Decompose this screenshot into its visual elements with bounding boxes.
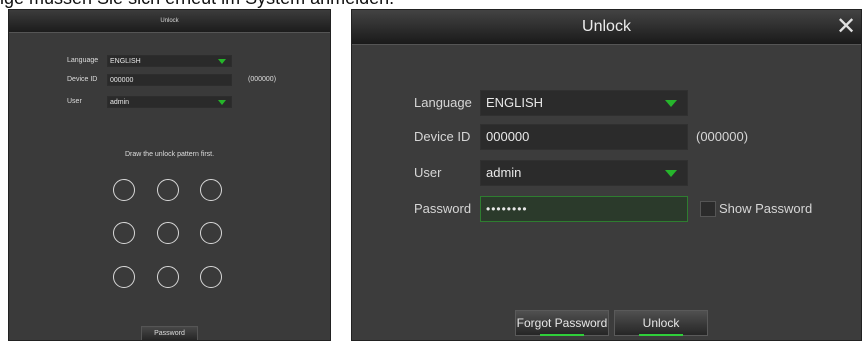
user-label: User (67, 98, 82, 105)
panel-title: Unlock (9, 10, 330, 33)
show-password-label: Show Password (719, 201, 813, 216)
pattern-message: Draw the unlock pattern first. (124, 151, 215, 158)
device-id-hint: (000000) (696, 129, 749, 144)
dropdown-arrow-icon (665, 170, 677, 177)
dropdown-arrow-icon (218, 59, 226, 64)
user-value: admin (110, 99, 130, 106)
unlock-button[interactable]: Unlock (614, 310, 708, 336)
pattern-dot[interactable] (113, 179, 135, 201)
device-id-value: 000000 (486, 129, 530, 144)
pattern-dot[interactable] (200, 266, 222, 288)
device-id-value: 000000 (110, 77, 134, 84)
unlock-label: Unlock (642, 316, 680, 330)
password-button[interactable]: Password (141, 326, 198, 340)
language-value: ENGLISH (486, 95, 544, 110)
dropdown-arrow-icon (218, 100, 226, 105)
show-password-checkbox[interactable] (700, 201, 716, 217)
language-value: ENGLISH (110, 58, 141, 65)
password-field[interactable]: •••••••• (480, 196, 688, 222)
dialog-titlebar: Unlock ✕ (352, 10, 861, 45)
pattern-dot[interactable] (157, 266, 179, 288)
button-glow (540, 334, 584, 336)
password-label: Password (414, 201, 472, 216)
device-id-field[interactable]: 000000 (480, 124, 688, 150)
password-value: •••••••• (486, 202, 528, 216)
device-id-label: Device ID (414, 129, 471, 144)
pattern-dot[interactable] (200, 179, 222, 201)
pattern-dot[interactable] (113, 266, 135, 288)
unlock-pattern-panel: Unlock Language ENGLISH Device ID 000000… (8, 9, 331, 341)
pattern-dot[interactable] (113, 222, 135, 244)
pattern-dot[interactable] (157, 222, 179, 244)
user-select[interactable]: admin (107, 96, 232, 108)
language-select[interactable]: ENGLISH (107, 55, 232, 67)
pattern-dot[interactable] (157, 179, 179, 201)
pattern-dot[interactable] (200, 222, 222, 244)
forgot-password-label: Forgot Password (516, 316, 608, 330)
device-id-hint: (000000) (248, 76, 277, 83)
language-select[interactable]: ENGLISH (480, 90, 688, 116)
button-glow (639, 334, 683, 336)
forgot-password-button[interactable]: Forgot Password (515, 310, 609, 336)
dropdown-arrow-icon (665, 100, 677, 107)
dialog-title: Unlock (582, 18, 631, 35)
page-caption: ige müssen Sie sich erneut im System anm… (0, 0, 394, 8)
close-icon[interactable]: ✕ (833, 14, 859, 40)
device-id-label: Device ID (67, 76, 98, 83)
language-label: Language (67, 57, 99, 64)
device-id-field[interactable]: 000000 (107, 74, 232, 86)
language-label: Language (414, 95, 472, 110)
user-value: admin (486, 165, 522, 180)
user-label: User (414, 165, 442, 180)
unlock-dialog: Unlock ✕ Language ENGLISH Device ID 0000… (351, 9, 862, 341)
user-select[interactable]: admin (480, 160, 688, 186)
